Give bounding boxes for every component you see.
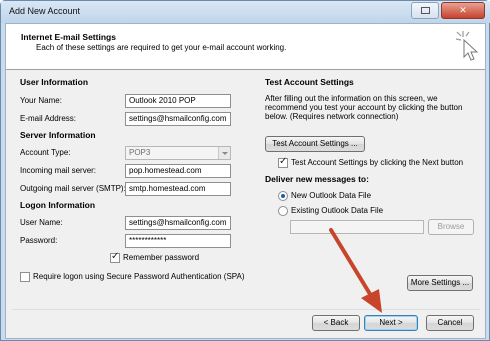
remember-password-checkbox[interactable] <box>110 251 120 263</box>
account-type-value: POP3 <box>129 148 151 157</box>
test-description-line2: recommend you test your account by click… <box>265 103 463 112</box>
window-frame: Add New Account ✕ Internet E-mail Settin… <box>0 0 490 341</box>
spa-label: Require logon using Secure Password Auth… <box>33 272 245 281</box>
header-subtitle: Each of these settings are required to g… <box>36 43 287 52</box>
more-settings-button[interactable]: More Settings ... <box>407 275 473 291</box>
test-description-line3: below. (Requires network connection) <box>265 112 399 121</box>
chevron-down-icon <box>218 147 230 159</box>
test-on-next-label: Test Account Settings by clicking the Ne… <box>291 158 464 167</box>
user-info-heading: User Information <box>20 77 89 87</box>
dialog-client-area: Internet E-mail Settings Each of these s… <box>5 23 486 339</box>
help-button[interactable] <box>411 2 439 19</box>
email-address-label: E-mail Address: <box>20 114 77 123</box>
user-name-label: User Name: <box>20 218 63 227</box>
next-button[interactable]: Next > <box>364 315 418 331</box>
back-button[interactable]: < Back <box>312 315 360 331</box>
incoming-server-label: Incoming mail server: <box>20 166 97 175</box>
cancel-button[interactable]: Cancel <box>426 315 474 331</box>
existing-data-file-label: Existing Outlook Data File <box>291 206 384 215</box>
server-info-heading: Server Information <box>20 130 96 140</box>
close-button[interactable]: ✕ <box>441 2 485 19</box>
window-icon <box>420 7 430 14</box>
remember-password-label: Remember password <box>123 253 200 262</box>
divider <box>12 309 480 310</box>
browse-button: Browse <box>428 219 474 235</box>
test-on-next-checkbox[interactable] <box>278 156 288 168</box>
header-title: Internet E-mail Settings <box>21 32 116 42</box>
dialog-header: Internet E-mail Settings Each of these s… <box>6 24 485 70</box>
new-data-file-radio[interactable] <box>278 191 288 201</box>
logon-info-heading: Logon Information <box>20 200 96 210</box>
cursor-click-icon <box>455 31 479 61</box>
account-type-select: POP3 <box>125 146 231 160</box>
email-address-field[interactable]: settings@hsmailconfig.com <box>125 112 231 126</box>
password-label: Password: <box>20 236 58 245</box>
close-icon: ✕ <box>459 5 467 15</box>
existing-data-file-radio[interactable] <box>278 206 288 216</box>
title-bar: Add New Account ✕ <box>1 1 490 23</box>
existing-data-file-path <box>290 220 424 234</box>
password-field[interactable]: ************ <box>125 234 231 248</box>
spa-checkbox[interactable] <box>20 272 30 282</box>
test-settings-heading: Test Account Settings <box>265 77 354 87</box>
outgoing-server-label: Outgoing mail server (SMTP): <box>20 184 126 193</box>
your-name-label: Your Name: <box>20 96 62 105</box>
user-name-field[interactable]: settings@hsmailconfig.com <box>125 216 231 230</box>
incoming-server-field[interactable]: pop.homestead.com <box>125 164 231 178</box>
outgoing-server-field[interactable]: smtp.homestead.com <box>125 182 231 196</box>
test-account-settings-button[interactable]: Test Account Settings ... <box>265 136 365 152</box>
your-name-field[interactable]: Outlook 2010 POP <box>125 94 231 108</box>
test-description-line1: After filling out the information on thi… <box>265 94 438 103</box>
new-data-file-label: New Outlook Data File <box>291 191 372 200</box>
deliver-messages-heading: Deliver new messages to: <box>265 174 369 184</box>
window-title: Add New Account <box>9 6 81 16</box>
account-type-label: Account Type: <box>20 148 71 157</box>
